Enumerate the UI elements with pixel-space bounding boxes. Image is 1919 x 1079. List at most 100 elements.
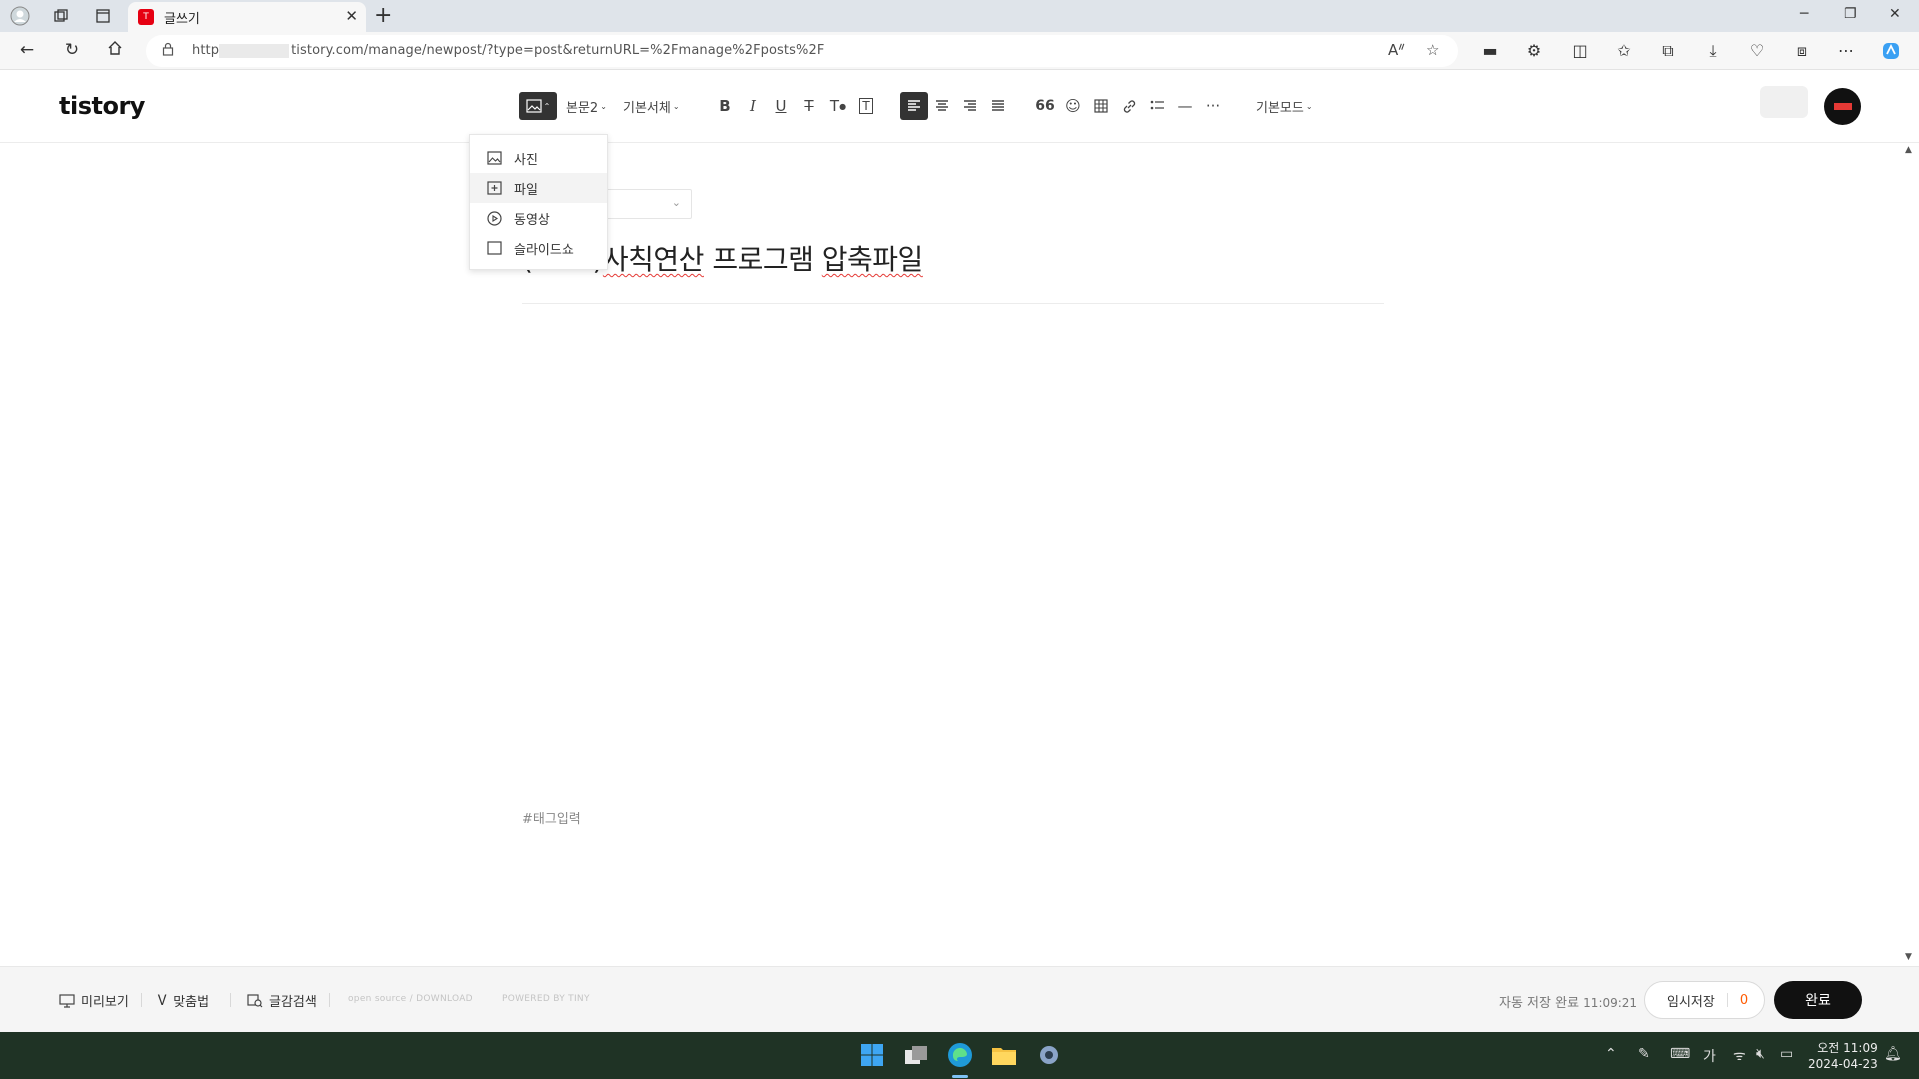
more-menu-icon[interactable]: ⋯: [1834, 41, 1858, 60]
volume-muted-icon[interactable]: 🔇︎: [1756, 1046, 1765, 1062]
align-left-icon[interactable]: [900, 92, 928, 120]
wallet-icon[interactable]: ▬: [1478, 41, 1502, 60]
preview-button[interactable]: 미리보기: [59, 991, 129, 1010]
footer-divider: [141, 993, 142, 1007]
back-icon[interactable]: ←: [16, 40, 38, 60]
read-aloud-icon[interactable]: Aᐥ: [1388, 41, 1405, 59]
editor-footer: 미리보기 Ꮩ 맞춤법 글감검색 open source / DOWNLOAD P…: [0, 966, 1919, 1032]
extensions-icon[interactable]: ⚙: [1522, 41, 1546, 60]
underline-icon[interactable]: U: [769, 92, 793, 120]
footer-divider: [329, 993, 330, 1007]
text-background-icon[interactable]: T: [854, 92, 878, 120]
strikethrough-icon[interactable]: T: [797, 92, 821, 120]
chevron-down-icon: ⌄: [1305, 101, 1313, 111]
ime-indicator[interactable]: 가: [1703, 1046, 1716, 1066]
url-text: http tistory.com/manage/newpost/?type=pos…: [192, 43, 825, 58]
user-avatar[interactable]: [1824, 88, 1861, 125]
site-info-icon[interactable]: [162, 42, 174, 60]
tab-close-icon[interactable]: ✕: [345, 7, 358, 25]
downloads-icon[interactable]: ⤓: [1701, 41, 1725, 61]
home-icon[interactable]: [104, 40, 126, 61]
title-divider: [522, 303, 1384, 304]
font-family-select[interactable]: 기본서체 ⌄: [623, 92, 680, 120]
collections-icon[interactable]: ⧉: [1656, 41, 1680, 61]
battery-icon[interactable]: ▭: [1780, 1046, 1793, 1062]
emoticon-icon[interactable]: ☺: [1061, 92, 1085, 120]
horizontal-rule-icon[interactable]: —: [1173, 92, 1197, 120]
category-select[interactable]: ⌄: [600, 189, 692, 219]
favorite-star-icon[interactable]: ☆: [1426, 41, 1439, 59]
draft-count[interactable]: 0: [1740, 993, 1748, 1008]
media-insert-menu: 사진 파일 동영상 슬라이드쇼: [469, 134, 608, 270]
refresh-icon[interactable]: ↻: [61, 40, 83, 60]
more-tools-icon[interactable]: ···: [1201, 92, 1225, 120]
notifications-bell-icon[interactable]: 🔔︎: [1884, 1046, 1902, 1062]
menu-item-video[interactable]: 동영상: [470, 203, 607, 233]
restore-icon[interactable]: ❐: [1844, 6, 1857, 22]
editor-mode-select[interactable]: 기본모드 ⌄: [1256, 92, 1313, 120]
tab-actions-icon[interactable]: [92, 5, 114, 27]
publish-done-button[interactable]: 완료: [1774, 981, 1862, 1019]
user-name-blurred: [1760, 86, 1808, 118]
quote-icon[interactable]: 66: [1033, 92, 1057, 120]
tab-title: 글쓰기: [164, 12, 200, 27]
show-hidden-icons[interactable]: ⌃: [1605, 1046, 1617, 1062]
table-icon[interactable]: [1089, 92, 1113, 120]
browser-tab-active[interactable]: T 글쓰기 ✕: [128, 2, 366, 32]
editor-header: tistory ⌃ 본문2 ⌄ 기본서체 ⌄ B I U T T ● T 66 ☺ —…: [0, 70, 1919, 143]
favorites-icon[interactable]: ✩: [1612, 41, 1636, 60]
play-circle-icon: [486, 210, 502, 226]
align-justify-icon[interactable]: [986, 92, 1010, 120]
minimize-icon[interactable]: ─: [1800, 6, 1808, 22]
chevron-down-icon: ⌄: [600, 101, 607, 111]
paragraph-style-select[interactable]: 본문2 ⌄: [566, 92, 607, 120]
windows-start-icon[interactable]: [859, 1042, 885, 1068]
file-explorer-icon[interactable]: [991, 1042, 1017, 1068]
content-search-button[interactable]: 글감검색: [247, 991, 317, 1010]
pen-icon[interactable]: ✎: [1638, 1046, 1650, 1062]
wifi-icon[interactable]: ᯤ: [1733, 1046, 1746, 1065]
browser-essentials-icon[interactable]: ♡: [1745, 41, 1769, 60]
bulleted-list-icon[interactable]: [1145, 92, 1169, 120]
align-right-icon[interactable]: [958, 92, 982, 120]
task-view-icon[interactable]: [903, 1042, 929, 1068]
save-draft-button[interactable]: 임시저장 0: [1644, 981, 1765, 1019]
image-icon: [526, 99, 542, 113]
copilot-icon[interactable]: [1879, 41, 1903, 65]
new-tab-icon[interactable]: +: [374, 3, 392, 28]
tistory-logo[interactable]: tistory: [59, 92, 145, 120]
tistory-favicon-icon: T: [138, 9, 154, 25]
powered-by-tiny: POWERED BY TINY: [502, 994, 590, 1004]
split-screen-icon[interactable]: ◫: [1568, 41, 1592, 60]
app-gear-icon[interactable]: [1036, 1042, 1062, 1068]
window-close-icon[interactable]: ✕: [1889, 6, 1901, 22]
edge-browser-icon[interactable]: [947, 1042, 973, 1068]
monitor-icon: [59, 993, 75, 1008]
spellcheck-icon: Ꮩ: [158, 992, 168, 1009]
media-insert-button[interactable]: ⌃: [519, 92, 557, 120]
text-color-icon[interactable]: T ●: [826, 92, 850, 120]
spellcheck-button[interactable]: Ꮩ 맞춤법: [158, 991, 209, 1011]
link-icon[interactable]: [1117, 92, 1141, 120]
windows-taskbar: ⌃ ✎ ⌨ 가 ᯤ 🔇︎ ▭ 오전 11:09 2024-04-23 🔔︎: [0, 1032, 1919, 1079]
menu-item-photo[interactable]: 사진: [470, 143, 607, 173]
autosave-status: 자동 저장 완료 11:09:21: [1499, 996, 1638, 1011]
tag-input[interactable]: #태그입력: [522, 808, 581, 827]
menu-item-file[interactable]: 파일: [470, 173, 607, 203]
opensource-link[interactable]: open source / DOWNLOAD: [348, 994, 473, 1004]
screenshot-icon[interactable]: ⧈: [1790, 41, 1814, 61]
profile-avatar-icon[interactable]: [9, 5, 31, 27]
system-clock[interactable]: 오전 11:09 2024-04-23: [1808, 1040, 1878, 1072]
address-bar[interactable]: http tistory.com/manage/newpost/?type=pos…: [146, 35, 1458, 67]
chevron-down-icon: ⌄: [672, 101, 680, 111]
footer-divider: [230, 993, 231, 1007]
scroll-up-arrow[interactable]: ▲: [1905, 145, 1912, 155]
menu-item-slideshow[interactable]: 슬라이드쇼: [470, 233, 607, 263]
bold-icon[interactable]: B: [713, 92, 737, 120]
italic-icon[interactable]: I: [741, 92, 765, 120]
align-center-icon[interactable]: [930, 92, 954, 120]
keyboard-icon[interactable]: ⌨: [1670, 1046, 1690, 1062]
workspaces-icon[interactable]: [50, 5, 72, 27]
slideshow-icon: [486, 240, 502, 256]
scroll-down-arrow[interactable]: ▼: [1905, 952, 1912, 962]
